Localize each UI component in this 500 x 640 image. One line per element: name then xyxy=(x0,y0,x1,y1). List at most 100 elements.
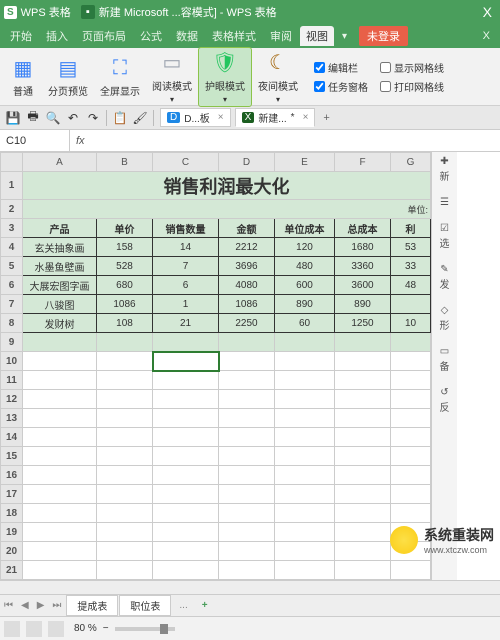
side-☰[interactable]: ☰ xyxy=(440,197,449,209)
view-夜间模式[interactable]: ☾夜间模式▾ xyxy=(252,48,304,106)
cell[interactable] xyxy=(23,561,97,580)
row-header[interactable]: 13 xyxy=(1,409,23,428)
row-header[interactable]: 15 xyxy=(1,447,23,466)
cell[interactable] xyxy=(219,333,275,352)
cell[interactable] xyxy=(275,371,335,390)
cell[interactable] xyxy=(335,333,391,352)
row-header[interactable]: 18 xyxy=(1,504,23,523)
cell[interactable] xyxy=(153,485,219,504)
cell[interactable]: 2250 xyxy=(219,314,275,333)
undo-icon[interactable]: ↶ xyxy=(64,109,82,127)
side-备[interactable]: ▭备 xyxy=(440,346,450,373)
close-tab-icon[interactable]: × xyxy=(218,112,224,123)
col-header[interactable]: E xyxy=(275,153,335,172)
cell[interactable] xyxy=(391,390,431,409)
cell[interactable] xyxy=(97,542,153,561)
row-header[interactable]: 6 xyxy=(1,276,23,295)
side-选[interactable]: ☑选 xyxy=(440,223,450,250)
close-icon[interactable]: X xyxy=(479,4,496,20)
table-header[interactable]: 利 xyxy=(391,219,431,238)
cell[interactable]: 3696 xyxy=(219,257,275,276)
cell[interactable] xyxy=(335,561,391,580)
zoom-slider[interactable] xyxy=(115,627,175,631)
cell[interactable] xyxy=(275,390,335,409)
cell[interactable] xyxy=(219,523,275,542)
table-header[interactable]: 金额 xyxy=(219,219,275,238)
cell[interactable] xyxy=(23,333,97,352)
cell[interactable]: 2212 xyxy=(219,238,275,257)
col-header[interactable]: F xyxy=(335,153,391,172)
cell[interactable]: 120 xyxy=(275,238,335,257)
row-header[interactable]: 19 xyxy=(1,523,23,542)
row-header[interactable]: 2 xyxy=(1,200,23,219)
col-header[interactable]: G xyxy=(391,153,431,172)
cell[interactable]: 水墨鱼壁画 xyxy=(23,257,97,276)
cell[interactable] xyxy=(219,466,275,485)
sheet-tab-more[interactable]: ... xyxy=(171,598,195,613)
side-新[interactable]: ✚新 xyxy=(440,156,450,183)
view-护眼模式[interactable]: 🛡护眼模式▾ xyxy=(198,47,252,107)
side-反[interactable]: ↺反 xyxy=(440,387,450,414)
paste-icon[interactable]: 📋 xyxy=(111,109,129,127)
cell[interactable] xyxy=(335,371,391,390)
cell[interactable] xyxy=(275,561,335,580)
cell[interactable]: 680 xyxy=(97,276,153,295)
check-显示网格线[interactable]: 显示网格线 xyxy=(380,60,444,75)
cell[interactable] xyxy=(275,504,335,523)
cell[interactable] xyxy=(97,561,153,580)
cell[interactable] xyxy=(23,504,97,523)
view-阅读模式[interactable]: ▭阅读模式▾ xyxy=(146,48,198,106)
cell[interactable] xyxy=(153,523,219,542)
table-header[interactable]: 单位成本 xyxy=(275,219,335,238)
table-header[interactable]: 销售数量 xyxy=(153,219,219,238)
cell[interactable]: 1250 xyxy=(335,314,391,333)
cell[interactable] xyxy=(335,466,391,485)
name-box[interactable]: C10 xyxy=(0,130,70,151)
tab-nav-first[interactable]: ⏮ xyxy=(0,600,17,611)
cell[interactable] xyxy=(153,542,219,561)
cell[interactable]: 1086 xyxy=(219,295,275,314)
cell[interactable] xyxy=(153,352,219,371)
row-header[interactable]: 21 xyxy=(1,561,23,580)
cell[interactable] xyxy=(391,447,431,466)
cell[interactable] xyxy=(97,485,153,504)
fx-button[interactable]: fx xyxy=(70,135,91,147)
tab-nav-last[interactable]: ⏭ xyxy=(48,600,65,611)
cell[interactable]: 60 xyxy=(275,314,335,333)
cell[interactable] xyxy=(23,542,97,561)
cell[interactable] xyxy=(391,409,431,428)
cell[interactable] xyxy=(23,485,97,504)
cell[interactable] xyxy=(275,352,335,371)
cell[interactable] xyxy=(97,409,153,428)
view-全屏显示[interactable]: ⛶全屏显示 xyxy=(94,53,146,100)
cell[interactable]: 48 xyxy=(391,276,431,295)
select-all[interactable] xyxy=(1,153,23,172)
cell[interactable] xyxy=(97,428,153,447)
cell[interactable]: 890 xyxy=(275,295,335,314)
row-header[interactable]: 9 xyxy=(1,333,23,352)
menu-公式[interactable]: 公式 xyxy=(134,26,168,46)
cell[interactable]: 10 xyxy=(391,314,431,333)
cell[interactable] xyxy=(275,333,335,352)
row-header[interactable]: 8 xyxy=(1,314,23,333)
row-header[interactable]: 12 xyxy=(1,390,23,409)
cell[interactable] xyxy=(335,542,391,561)
menu-表格样式[interactable]: 表格样式 xyxy=(206,26,262,46)
view-普通[interactable]: ▦普通 xyxy=(4,53,42,100)
cell[interactable] xyxy=(153,371,219,390)
unit-label[interactable]: 单位: xyxy=(23,200,431,219)
preview-icon[interactable]: 🔍 xyxy=(44,109,62,127)
cell[interactable]: 大展宏图字画 xyxy=(23,276,97,295)
cell[interactable] xyxy=(391,466,431,485)
cell[interactable]: 1086 xyxy=(97,295,153,314)
cell[interactable]: 480 xyxy=(275,257,335,276)
cell[interactable] xyxy=(219,561,275,580)
table-header[interactable]: 单价 xyxy=(97,219,153,238)
cell[interactable]: 528 xyxy=(97,257,153,276)
cell[interactable] xyxy=(153,447,219,466)
view-分页预览[interactable]: ▤分页预览 xyxy=(42,53,94,100)
view-normal-icon[interactable] xyxy=(4,621,20,637)
row-header[interactable]: 11 xyxy=(1,371,23,390)
check-打印网格线[interactable]: 打印网格线 xyxy=(380,79,444,94)
cell[interactable] xyxy=(391,561,431,580)
